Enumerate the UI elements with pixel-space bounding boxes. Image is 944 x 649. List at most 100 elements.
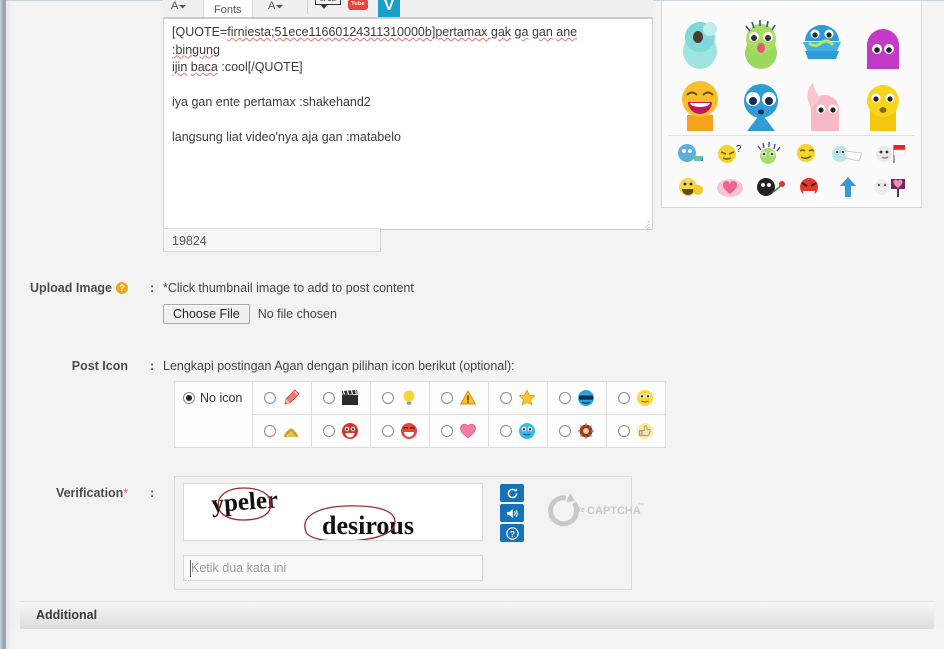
upload-image-colon: :	[150, 281, 155, 295]
post-icon-radio[interactable]	[323, 392, 336, 404]
post-icon-radio[interactable]	[559, 392, 572, 404]
post-icon-radio[interactable]	[382, 425, 395, 437]
help-icon: ?	[505, 526, 519, 540]
upload-image-hint: *Click thumbnail image to add to post co…	[163, 281, 414, 295]
no-icon-label: No icon	[200, 391, 243, 405]
post-icon-option-cool[interactable]	[547, 381, 608, 415]
post-icon-row-1: No icon	[173, 381, 667, 448]
post-icon-radio[interactable]	[559, 425, 572, 437]
post-icon-radio[interactable]	[500, 425, 513, 437]
quote-body-word-3: ga	[514, 25, 529, 39]
captcha-word-2-text: desirous	[322, 511, 414, 540]
cool-sunglasses-icon	[578, 390, 595, 406]
post-icon-option-lightbulb[interactable]	[370, 381, 431, 415]
post-icon-option-laugh-red[interactable]	[370, 414, 431, 448]
post-icon-option-heart[interactable]	[429, 414, 490, 448]
recaptcha-refresh-button[interactable]	[500, 484, 524, 502]
captcha-answer-input[interactable]: Ketik dua kata ini	[183, 555, 483, 581]
help-icon[interactable]: ?	[116, 282, 128, 294]
message-line-1: iya gan ente pertamax :shakehand2	[172, 95, 371, 109]
post-icon-radio[interactable]	[618, 425, 631, 437]
character-count-field[interactable]: 19824	[163, 228, 381, 252]
emoticon-row-small-1: ?	[662, 136, 921, 170]
recaptcha-controls: ?	[500, 484, 524, 544]
post-icon-radio[interactable]	[323, 425, 336, 437]
recaptcha-audio-button[interactable]	[500, 504, 524, 522]
additional-label: Additional	[36, 608, 98, 622]
quote-post-id: 51ece11660124311310000b	[274, 25, 432, 39]
emoticon-sad-blue[interactable]	[738, 75, 784, 131]
fonts-dropdown[interactable]: Fonts	[203, 0, 253, 17]
thumbs-up-icon	[637, 423, 654, 439]
additional-section-header[interactable]: Additional	[20, 601, 934, 630]
post-icon-hint: Lengkapi postingan Agan dengan pilihan i…	[163, 359, 515, 373]
post-icon-option-smiley-blue[interactable]	[488, 414, 549, 448]
emoticon-smirk-yellow[interactable]	[792, 142, 822, 164]
emoticon-sleep-blue[interactable]	[676, 142, 706, 164]
emoticon-arrow-up-blue[interactable]	[833, 176, 863, 198]
emoticon-sick-blue[interactable]	[830, 142, 864, 164]
emoticon-row-large-2	[662, 69, 921, 131]
post-icon-option-warning[interactable]	[429, 381, 490, 415]
no-icon-radio[interactable]	[183, 392, 195, 404]
emoticon-eat-blue[interactable]	[799, 17, 845, 69]
post-icon-radio[interactable]	[264, 425, 277, 437]
quote-body-line-3c: :cool[/QUOTE]	[217, 60, 303, 74]
clapperboard-icon	[342, 389, 359, 405]
emoticon-love-pink[interactable]	[716, 176, 746, 198]
post-icon-option-pencil[interactable]	[252, 381, 313, 415]
emoticon-laugh-orange[interactable]	[677, 75, 723, 131]
page-root: A Fonts A SPOIL Tube V [QUOTE=firniesta;…	[0, 0, 944, 649]
svg-text:?: ?	[510, 529, 515, 538]
emoticon-rose-black[interactable]	[755, 176, 785, 198]
emoticon-angry-red[interactable]	[794, 176, 824, 198]
warning-triangle-icon	[460, 390, 477, 405]
post-icon-radio[interactable]	[441, 425, 454, 437]
quote-body-line-3a: ijin	[172, 60, 188, 74]
post-icon-option-devil-red[interactable]	[311, 414, 372, 448]
post-icon-radio[interactable]	[441, 392, 454, 404]
post-icon-option-star[interactable]	[488, 381, 549, 415]
emoticon-peek-purple[interactable]	[860, 17, 906, 69]
font-size-button[interactable]: A	[171, 0, 187, 15]
quote-body-word-2: gak	[490, 25, 512, 39]
font-color-button[interactable]: A	[268, 0, 284, 15]
post-icon-radio[interactable]	[264, 392, 277, 404]
no-file-chosen-text: No file chosen	[257, 307, 337, 321]
emoticon-row-large-1	[662, 1, 921, 69]
emoticon-grin-yellow[interactable]	[677, 176, 707, 198]
emoticon-heart-balloon-white[interactable]	[872, 176, 906, 198]
vimeo-button[interactable]: V	[378, 0, 400, 17]
choose-file-button[interactable]: Choose File	[163, 304, 250, 324]
post-icon-option-durian[interactable]	[547, 414, 608, 448]
devil-red-icon	[342, 423, 359, 439]
recaptcha-widget: ypeler desirous ? Re CAPTCHA ™ Ketik dua…	[174, 476, 644, 590]
post-icon-radio[interactable]	[382, 392, 395, 404]
post-icon-radio[interactable]	[500, 392, 513, 404]
upload-image-label: Upload Image?	[0, 281, 128, 295]
post-icon-radio[interactable]	[618, 392, 631, 404]
emoticon-cry-yellow[interactable]	[860, 75, 906, 131]
laugh-red-icon	[401, 423, 418, 439]
required-asterisk: *	[123, 486, 128, 500]
recaptcha-help-button[interactable]: ?	[500, 524, 524, 542]
textarea-resize-handle[interactable]	[640, 217, 651, 229]
svg-text:?: ?	[736, 144, 742, 155]
post-icon-option-poop[interactable]	[252, 414, 313, 448]
no-icon-cell[interactable]: No icon	[173, 381, 254, 448]
post-icon-option-smiley-yellow[interactable]	[606, 381, 667, 415]
file-upload-control: Choose File No file chosen	[163, 304, 337, 324]
emoticon-shy-pink[interactable]	[799, 75, 845, 131]
emoticon-flag-white[interactable]	[873, 142, 907, 164]
emoticon-dizzy-green[interactable]	[753, 142, 783, 164]
emoticon-shocked-blue[interactable]	[677, 17, 723, 69]
post-icon-colon: :	[150, 359, 155, 373]
post-icon-label-text: Post Icon	[71, 359, 128, 373]
youtube-button[interactable]: Tube	[348, 0, 368, 10]
post-icon-option-clapperboard[interactable]	[311, 381, 372, 415]
post-icon-option-thumbs-up[interactable]	[606, 414, 667, 448]
emoticon-kiss-green[interactable]	[738, 17, 784, 69]
spoiler-button[interactable]: SPOIL	[315, 0, 341, 13]
emoticon-confused-yellow[interactable]: ?	[715, 142, 745, 164]
post-message-textarea[interactable]: [QUOTE=firniesta;51ece11660124311310000b…	[163, 18, 653, 230]
